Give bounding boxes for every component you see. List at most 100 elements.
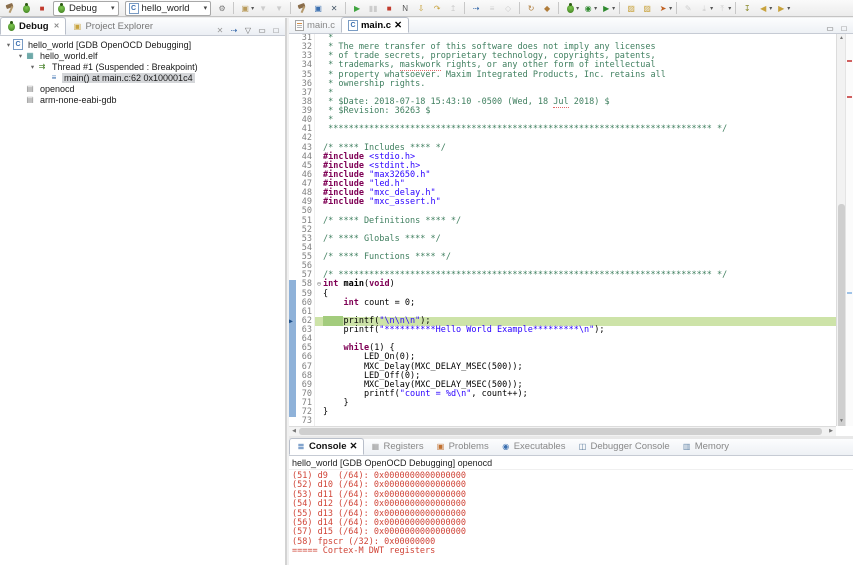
scroll-right-icon[interactable]: ▶ — [826, 427, 836, 436]
debug-button[interactable] — [18, 1, 34, 15]
target-console-button[interactable]: ▣ — [310, 1, 326, 15]
tab-debug[interactable]: Debug✕ — [0, 17, 66, 35]
disconnect-button[interactable]: N — [397, 1, 413, 15]
range-indicator[interactable] — [289, 363, 296, 372]
ruler-column[interactable] — [289, 417, 296, 426]
range-indicator[interactable] — [289, 326, 296, 335]
dropdown-arrow-icon[interactable]: ▾ — [787, 5, 790, 12]
scroll-left-icon[interactable]: ◀ — [289, 427, 299, 436]
tab-project-explorer[interactable]: ▣Project Explorer — [66, 17, 159, 35]
last-edit-location-button[interactable]: ↧ — [739, 1, 755, 15]
range-indicator[interactable] — [289, 390, 296, 399]
project-combo[interactable]: Chello_world▾ — [125, 1, 212, 16]
dropdown-arrow-icon[interactable]: ▾ — [612, 5, 615, 12]
dropdown-arrow-icon[interactable]: ▾ — [769, 5, 772, 12]
instruction-stepping-toggle[interactable]: ⇢ — [229, 25, 239, 35]
expander-icon[interactable]: ▾ — [28, 63, 37, 71]
overview-mark[interactable] — [847, 60, 852, 62]
tab-console[interactable]: ≣Console✕ — [289, 438, 364, 455]
tree-item[interactable]: ▤openocd — [0, 83, 285, 94]
console-output[interactable]: (51) d9 (/64): 0x0000000000000000(52) d1… — [289, 470, 853, 557]
tab-problems[interactable]: ▣Problems — [430, 438, 495, 455]
fold-marker-icon[interactable]: ⊖ — [314, 280, 323, 289]
build-all-button[interactable] — [294, 1, 310, 15]
range-indicator[interactable] — [289, 290, 296, 299]
tree-item[interactable]: ▤arm-none-eabi-gdb — [0, 94, 285, 105]
ruler-column[interactable] — [289, 34, 296, 43]
range-indicator[interactable] — [289, 308, 296, 317]
close-icon[interactable]: ✕ — [349, 441, 357, 452]
ruler-column[interactable] — [289, 217, 296, 226]
range-indicator[interactable] — [289, 299, 296, 308]
tab-memory[interactable]: ▥Memory — [676, 438, 735, 455]
terminate-button[interactable]: ■ — [381, 1, 397, 15]
tab-debugger-console[interactable]: ◫Debugger Console — [571, 438, 675, 455]
minimize-button[interactable]: ▭ — [257, 25, 267, 35]
build-button[interactable] — [2, 1, 18, 15]
vertical-scroll-thumb[interactable] — [838, 204, 845, 426]
tree-item[interactable]: ▾▦hello_world.elf — [0, 50, 285, 61]
maximize-button[interactable]: □ — [271, 25, 281, 35]
range-indicator[interactable] — [289, 280, 296, 289]
close-icon[interactable]: ✕ — [394, 20, 402, 31]
horizontal-scrollbar[interactable]: ◀ ▶ — [289, 426, 836, 436]
restart-button[interactable]: ↻ — [523, 1, 539, 15]
maximize-button[interactable]: □ — [839, 23, 849, 33]
horizontal-scroll-thumb[interactable] — [299, 428, 822, 435]
range-indicator[interactable] — [289, 408, 296, 417]
dropdown-arrow-icon[interactable]: ▾ — [594, 5, 597, 12]
resume-button[interactable]: ▶ — [349, 1, 365, 15]
dropdown-arrow-icon[interactable]: ▾ — [576, 5, 579, 12]
debug-tree[interactable]: ▾Chello_world [GDB OpenOCD Debugging]▾▦h… — [0, 36, 285, 105]
close-icon[interactable]: ✕ — [54, 22, 60, 30]
ruler-column[interactable] — [289, 180, 296, 189]
range-indicator[interactable] — [289, 381, 296, 390]
launch-gear-button[interactable]: ⚙ — [214, 1, 230, 15]
view-menu-button[interactable]: ▽ — [243, 25, 253, 35]
ruler-column[interactable] — [289, 89, 296, 98]
expander-icon[interactable]: ▾ — [16, 52, 25, 60]
vertical-scrollbar[interactable]: ▲ ▼ — [836, 34, 845, 426]
range-indicator[interactable]: ▶ — [289, 317, 296, 326]
open-workspace-folder-button[interactable]: ▨ — [639, 1, 655, 15]
ruler-column[interactable] — [289, 262, 296, 271]
ruler-column[interactable] — [289, 61, 296, 70]
ruler-column[interactable] — [289, 162, 296, 171]
tree-item[interactable]: ▾Chello_world [GDB OpenOCD Debugging] — [0, 39, 285, 50]
range-indicator[interactable] — [289, 335, 296, 344]
overview-mark[interactable] — [847, 292, 852, 294]
ruler-column[interactable] — [289, 80, 296, 89]
terminate-launch-button[interactable]: ■ — [34, 1, 50, 15]
debug-config-combo[interactable]: Debug▾ — [53, 1, 119, 16]
open-project-folder-button[interactable]: ▨ — [623, 1, 639, 15]
ruler-column[interactable] — [289, 71, 296, 80]
expander-icon[interactable]: ▾ — [4, 41, 13, 49]
range-indicator[interactable] — [289, 344, 296, 353]
ruler-column[interactable] — [289, 271, 296, 280]
ruler-column[interactable] — [289, 153, 296, 162]
step-into-button[interactable]: ⇩ — [413, 1, 429, 15]
ruler-column[interactable] — [289, 116, 296, 125]
ruler-column[interactable] — [289, 198, 296, 207]
ruler-column[interactable] — [289, 125, 296, 134]
dropdown-arrow-icon[interactable]: ▾ — [669, 5, 672, 12]
step-over-button[interactable]: ↷ — [429, 1, 445, 15]
ruler-column[interactable] — [289, 98, 296, 107]
ruler-column[interactable] — [289, 107, 296, 116]
range-indicator[interactable] — [289, 399, 296, 408]
profile-button[interactable]: ◆ — [539, 1, 555, 15]
ruler-column[interactable] — [289, 226, 296, 235]
overview-mark[interactable] — [847, 96, 852, 98]
editor-tab-main.c[interactable]: Cmain.c✕ — [341, 17, 409, 33]
editor-tab-main.c[interactable]: main.c — [289, 17, 341, 33]
tree-item[interactable]: ▾⇉Thread #1 (Suspended : Breakpoint) — [0, 61, 285, 72]
ruler-column[interactable] — [289, 253, 296, 262]
overview-ruler[interactable] — [845, 34, 853, 426]
instruction-stepping-button[interactable]: ⇢ — [468, 1, 484, 15]
tree-item[interactable]: ≡main() at main.c:62 0x100001c4 — [0, 72, 285, 83]
range-indicator[interactable] — [289, 353, 296, 362]
ruler-column[interactable] — [289, 134, 296, 143]
ruler-column[interactable] — [289, 207, 296, 216]
code-editor[interactable]: 31 *32 * The mere transfer of this softw… — [289, 34, 836, 426]
tab-executables[interactable]: ◉Executables — [495, 438, 572, 455]
